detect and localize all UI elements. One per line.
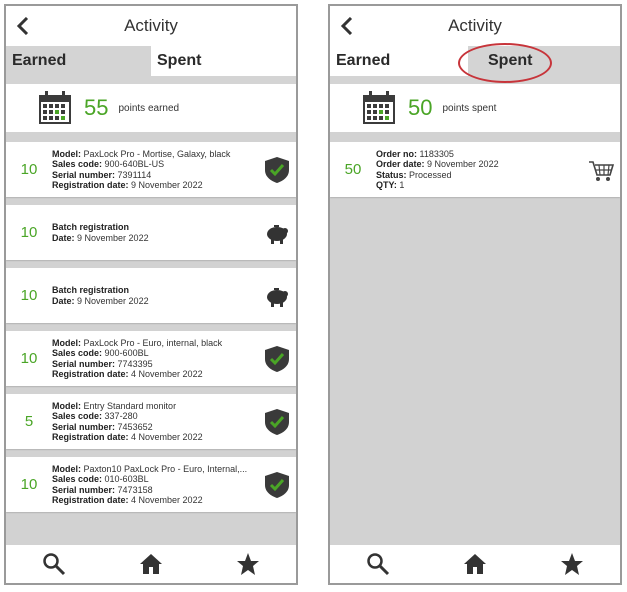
field-label: Registration date: [52,495,129,505]
search-icon[interactable] [39,549,69,579]
field-value: 4 November 2022 [131,369,203,379]
field-value: Entry Standard monitor [83,400,177,411]
shield-check-icon [265,157,289,183]
item-points: 10 [20,161,38,178]
activity-list: 50 Order no: 1183305 Order date: 9 Novem… [330,142,620,205]
star-icon[interactable] [233,549,263,579]
points-total: 55 [84,95,109,120]
points-summary: 50 points spent [330,84,620,132]
shopping-cart-icon [589,161,614,181]
earned-screen: Activity Earned Spent 55 points earned 1… [4,4,298,585]
field-label: Serial number: [52,358,116,369]
field-label: Sales code: [52,411,103,421]
points-total: 50 [408,95,433,120]
piggy-bank-icon [267,225,288,244]
field-label: Registration date: [52,369,129,379]
field-label: Registration date: [52,180,129,190]
field-label: Registration date: [52,432,129,442]
field-label: Model: [52,148,81,159]
field-value: 7473158 [117,484,153,495]
item-points: 10 [20,287,38,304]
field-label: Serial number: [52,484,116,495]
points-summary: 55 points earned [6,84,296,132]
list-item[interactable]: 10 Batch registration Date: 9 November 2… [6,268,296,323]
field-value: Paxton10 PaxLock Pro - Euro, Internal,..… [83,463,248,474]
field-value: 9 November 2022 [77,295,149,306]
list-item[interactable]: 10 Batch registration Date: 9 November 2… [6,205,296,260]
field-value: 9 November 2022 [427,159,499,169]
field-value: 1 [399,180,405,190]
field-value: 1183305 [419,148,454,159]
field-label: Order date: [376,159,425,169]
item-points: 10 [20,350,38,367]
field-value: 7391114 [117,169,152,180]
field-label: Date: [52,232,75,243]
shield-check-icon [265,472,289,498]
highlight-ring [458,43,552,83]
field-value: 4 November 2022 [131,495,203,505]
home-icon[interactable] [460,549,490,579]
search-icon[interactable] [363,549,393,579]
bottom-nav [330,545,620,583]
field-value: 9 November 2022 [77,232,149,243]
back-arrow-icon[interactable] [336,15,358,37]
tab-earned[interactable]: Earned [6,46,151,76]
tab-bar: Earned Spent [6,46,296,76]
field-label: Order no: [376,148,418,159]
divider [6,76,296,84]
tab-spent[interactable]: Spent [151,46,296,76]
item-points: 50 [344,161,362,178]
field-label: Status: [376,169,407,180]
calendar-icon [39,91,71,124]
list-item[interactable]: 50 Order no: 1183305 Order date: 9 Novem… [330,142,620,197]
field-value: 7743395 [117,358,153,369]
back-arrow-icon[interactable] [12,15,34,37]
shield-check-icon [265,346,289,372]
field-value: 010-603BL [104,474,149,484]
field-label: Sales code: [52,159,103,169]
field-label: Batch registration [52,285,130,295]
piggy-bank-icon [267,288,288,307]
tab-earned[interactable]: Earned [330,46,468,76]
header: Activity [6,6,296,46]
field-label: Serial number: [52,169,116,180]
bottom-nav [6,545,296,583]
item-points: 10 [20,224,38,241]
field-label: Model: [52,400,81,411]
field-label: Batch registration [52,222,130,232]
list-item[interactable]: 10 Model: Paxton10 PaxLock Pro - Euro, I… [6,457,296,512]
shield-check-icon [265,409,289,435]
points-label: points earned [118,102,180,114]
field-value: 337-280 [104,411,138,421]
field-value: PaxLock Pro - Mortise, Galaxy, black [83,148,231,159]
star-icon[interactable] [557,549,587,579]
field-value: 9 November 2022 [131,180,203,190]
field-label: Model: [52,337,81,348]
points-label: points spent [442,102,497,114]
field-label: Sales code: [52,474,103,484]
page-title: Activity [124,16,178,35]
field-value: 900-600BL [104,348,149,358]
field-label: Serial number: [52,421,116,432]
list-item[interactable]: 10 Model: PaxLock Pro - Mortise, Galaxy,… [6,142,296,197]
page-title: Activity [448,16,502,35]
field-value: 900-640BL-US [104,159,165,169]
home-icon[interactable] [136,549,166,579]
item-points: 10 [20,476,38,493]
field-value: Processed [409,169,452,180]
field-label: Date: [52,295,75,306]
item-points: 5 [24,413,34,430]
field-value: 7453652 [117,421,153,432]
field-label: Sales code: [52,348,103,358]
field-value: PaxLock Pro - Euro, internal, black [83,337,223,348]
list-item[interactable]: 10 Model: PaxLock Pro - Euro, internal, … [6,331,296,386]
list-item[interactable]: 5 Model: Entry Standard monitor Sales co… [6,394,296,449]
field-value: 4 November 2022 [131,432,203,442]
calendar-icon [363,91,395,124]
field-label: QTY: [376,180,397,190]
activity-list: 10 Model: PaxLock Pro - Mortise, Galaxy,… [6,142,296,520]
spent-screen: Activity Earned Spent 50 points spent 50… [328,4,622,585]
field-label: Model: [52,463,81,474]
header: Activity [330,6,620,46]
